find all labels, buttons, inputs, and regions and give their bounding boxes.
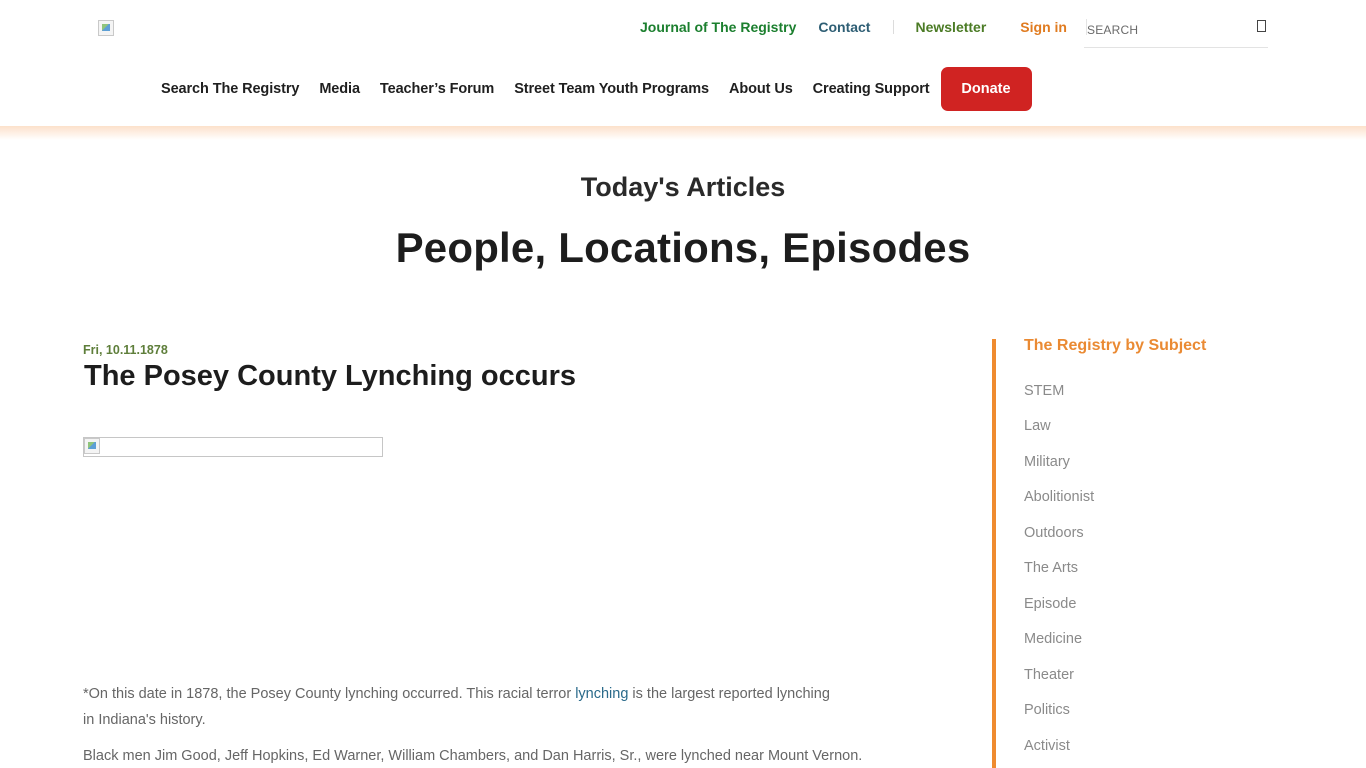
nav-teachers-forum[interactable]: Teacher’s Forum <box>369 81 503 97</box>
sidebar-title: The Registry by Subject <box>1024 337 1207 354</box>
journal-link[interactable]: Journal of The Registry <box>640 19 796 35</box>
article-paragraph-2: Black men Jim Good, Jeff Hopkins, Ed War… <box>83 748 863 764</box>
signin-link[interactable]: Sign in <box>1020 19 1067 35</box>
article-image <box>83 437 383 457</box>
search-box <box>1084 12 1268 48</box>
subject-item-politics[interactable]: Politics <box>1024 693 1094 729</box>
subject-item-theater[interactable]: Theater <box>1024 657 1094 693</box>
subject-item-the-arts[interactable]: The Arts <box>1024 551 1094 587</box>
subject-item-military[interactable]: Military <box>1024 444 1094 480</box>
site-logo[interactable] <box>98 20 114 36</box>
subject-item-stem[interactable]: STEM <box>1024 373 1094 409</box>
nav-media[interactable]: Media <box>308 81 369 97</box>
donate-button[interactable]: Donate <box>940 67 1032 111</box>
search-icon[interactable] <box>1257 20 1266 32</box>
search-input[interactable] <box>1084 22 1244 37</box>
nav-about-us[interactable]: About Us <box>718 81 802 97</box>
newsletter-link[interactable]: Newsletter <box>915 19 986 35</box>
main-nav: Search The Registry Media Teacher’s Foru… <box>150 67 1032 111</box>
subject-item-activist[interactable]: Activist <box>1024 728 1094 764</box>
section-heading: Today's Articles <box>580 172 786 202</box>
subject-list: STEM Law Military Abolitionist Outdoors … <box>1024 373 1094 764</box>
subject-item-abolitionist[interactable]: Abolitionist <box>1024 480 1094 516</box>
subject-item-medicine[interactable]: Medicine <box>1024 622 1094 658</box>
article-date: Fri, 10.11.1878 <box>83 343 168 357</box>
page-title: People, Locations, Episodes <box>395 224 971 271</box>
broken-image-icon <box>84 438 100 454</box>
nav-search-registry[interactable]: Search The Registry <box>150 81 308 97</box>
paragraph-1-text-start: *On this date in 1878, the Posey County … <box>83 686 576 702</box>
top-links-divider <box>893 20 895 34</box>
subject-item-outdoors[interactable]: Outdoors <box>1024 515 1094 551</box>
subject-item-law[interactable]: Law <box>1024 409 1094 445</box>
article-title[interactable]: The Posey County Lynching occurs <box>84 360 576 393</box>
contact-link[interactable]: Contact <box>818 19 870 35</box>
subject-item-episode[interactable]: Episode <box>1024 586 1094 622</box>
lynching-link[interactable]: lynching <box>575 686 628 702</box>
top-links-bar: Journal of The Registry Contact Newslett… <box>640 18 1087 36</box>
article-paragraph-1: *On this date in 1878, the Posey County … <box>83 681 843 733</box>
header-shadow <box>0 126 1366 140</box>
sidebar-accent-rule <box>992 339 996 768</box>
nav-creating-support[interactable]: Creating Support <box>802 81 939 97</box>
nav-street-team[interactable]: Street Team Youth Programs <box>503 81 718 97</box>
